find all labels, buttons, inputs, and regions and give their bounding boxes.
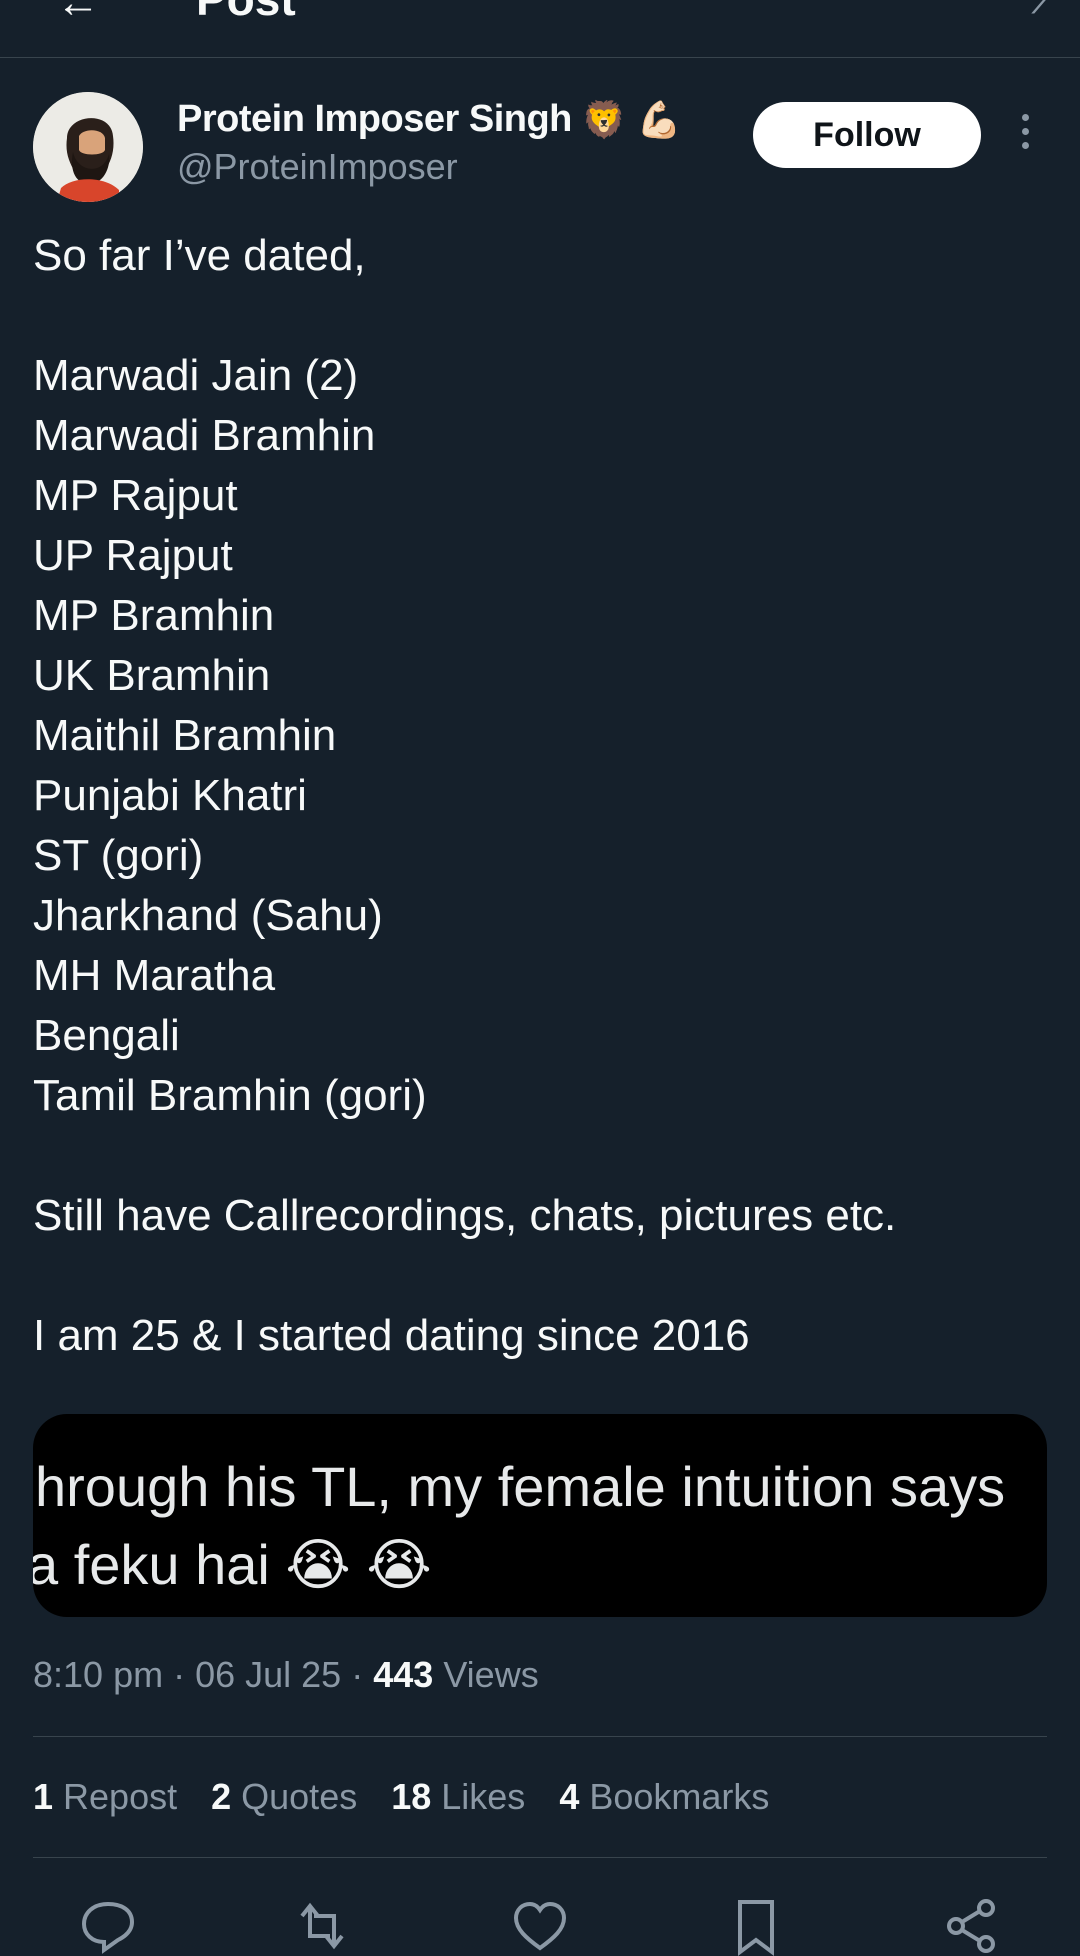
more-options-icon[interactable]	[1010, 114, 1040, 158]
like-icon[interactable]	[510, 1896, 570, 1956]
bookmarks-count: 4	[559, 1776, 580, 1817]
grok-icon[interactable]: ⟋	[1031, 0, 1062, 24]
divider	[33, 1857, 1047, 1858]
action-bar	[0, 1896, 1080, 1956]
arrow-left-icon[interactable]: ←	[56, 0, 100, 28]
likes-count: 18	[391, 1776, 432, 1817]
share-icon[interactable]	[942, 1896, 1002, 1956]
meta-separator: ·	[351, 1654, 374, 1695]
quotes-stat[interactable]: 2 Quotes	[211, 1776, 357, 1818]
page-title: Post	[196, 0, 296, 26]
avatar[interactable]	[33, 92, 143, 202]
bookmark-icon[interactable]	[726, 1896, 786, 1956]
views-label: Views	[443, 1654, 539, 1695]
quotes-count: 2	[211, 1776, 232, 1817]
follow-button[interactable]: Follow	[753, 102, 981, 168]
tweet-meta: 8:10 pm · 06 Jul 25 · 443 Views	[33, 1654, 539, 1696]
likes-label: Likes	[441, 1776, 526, 1817]
reposts-count: 1	[33, 1776, 54, 1817]
top-bar: ← Post ⟋	[0, 0, 1080, 58]
reply-icon[interactable]	[78, 1896, 138, 1956]
flexed-biceps-emoji: 💪🏻	[636, 98, 682, 140]
meta-separator: ·	[173, 1654, 196, 1695]
bookmarks-label: Bookmarks	[589, 1776, 770, 1817]
post-date[interactable]: 06 Jul 25	[195, 1654, 341, 1695]
author-handle[interactable]: @ProteinImposer	[177, 146, 458, 188]
media-text-line-2: a feku hai 😭 😭	[33, 1533, 432, 1596]
quotes-label: Quotes	[241, 1776, 358, 1817]
repost-icon[interactable]	[292, 1896, 352, 1956]
reposts-label: Repost	[63, 1776, 178, 1817]
author-name-row[interactable]: Protein Imposer Singh 🦁 💪🏻	[177, 98, 682, 141]
post-time[interactable]: 8:10 pm	[33, 1654, 163, 1695]
bookmarks-stat[interactable]: 4 Bookmarks	[559, 1776, 769, 1818]
media-image[interactable]: hrough his TL, my female intuition says …	[33, 1414, 1047, 1617]
divider	[33, 1736, 1047, 1737]
engagement-stats: 1 Repost 2 Quotes 18 Likes 4 Bookmarks	[33, 1776, 769, 1818]
lion-emoji: 🦁	[581, 98, 627, 140]
author-name[interactable]: Protein Imposer Singh	[177, 98, 572, 141]
media-text-line-1: hrough his TL, my female intuition says	[35, 1455, 1006, 1518]
likes-stat[interactable]: 18 Likes	[391, 1776, 525, 1818]
views-count: 443	[373, 1654, 434, 1695]
tweet-text: So far I’ve dated, Marwadi Jain (2) Marw…	[33, 231, 897, 1360]
reposts-stat[interactable]: 1 Repost	[33, 1776, 177, 1818]
